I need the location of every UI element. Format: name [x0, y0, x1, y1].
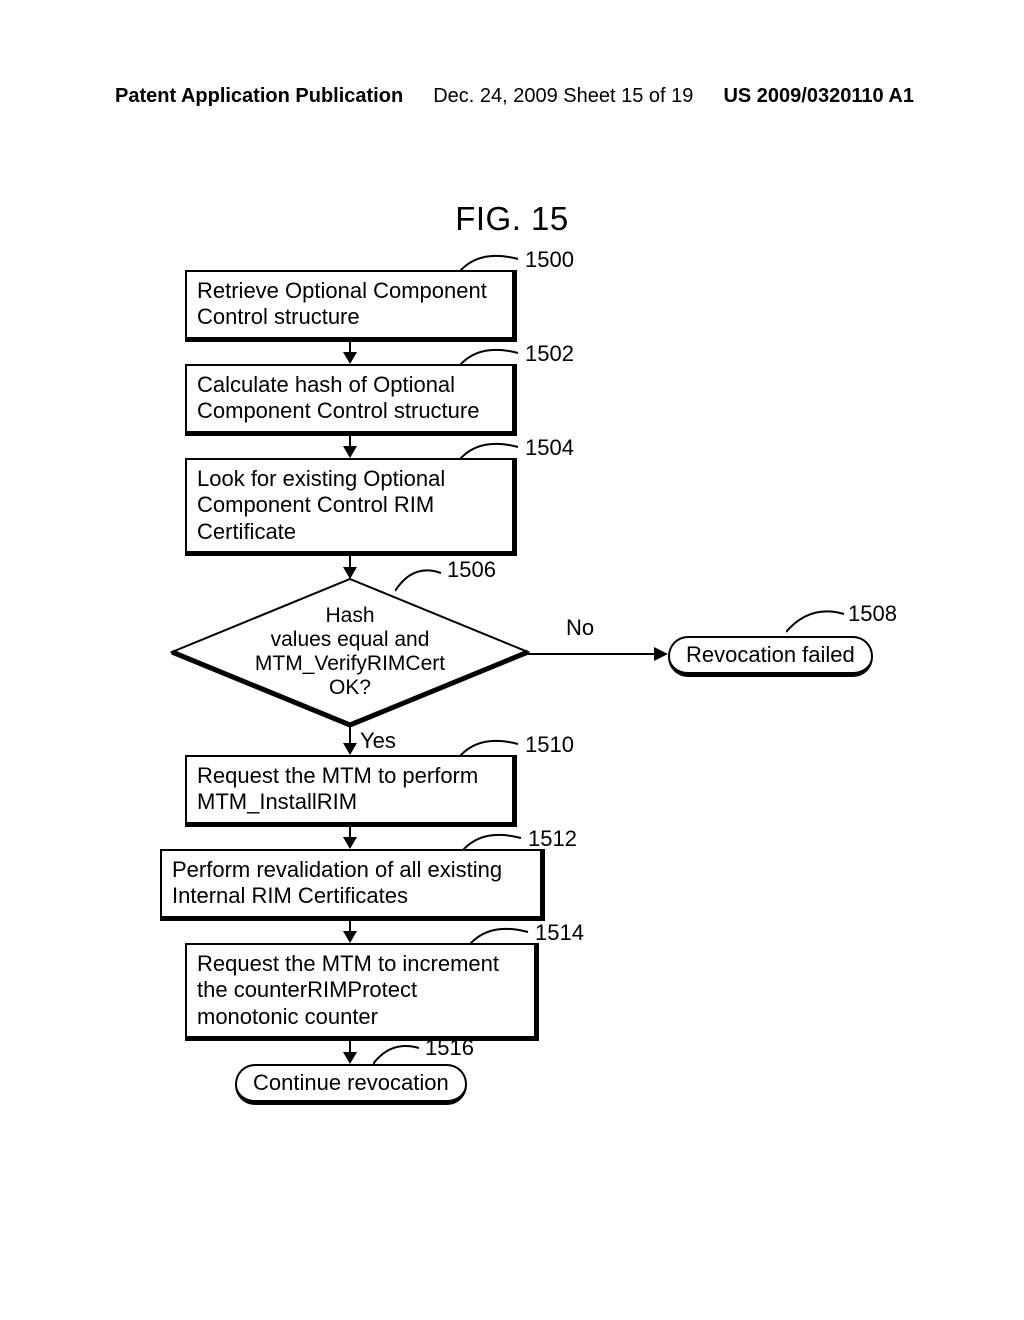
process-1510: Request the MTM to perform MTM_InstallRI… — [185, 755, 517, 827]
header-center: Dec. 24, 2009 Sheet 15 of 19 — [433, 85, 693, 108]
process-1512: Perform revalidation of all existing Int… — [160, 849, 545, 921]
header-left: Patent Application Publication — [115, 85, 403, 108]
arrow-1506-1508 — [528, 644, 670, 664]
ref-1516: 1516 — [425, 1035, 474, 1061]
arrow-1504-1506 — [340, 553, 360, 579]
process-1514: Request the MTM to increment the counter… — [185, 943, 539, 1041]
leader-1512 — [463, 832, 525, 852]
terminator-1508-text: Revocation failed — [686, 642, 855, 667]
process-1500: Retrieve Optional Component Control stru… — [185, 270, 517, 342]
leader-1506 — [395, 565, 445, 593]
ref-1512: 1512 — [528, 826, 577, 852]
arrow-1502-1504 — [340, 432, 360, 458]
leader-1500 — [460, 253, 522, 273]
ref-1508: 1508 — [848, 601, 897, 627]
arrow-1512-1514 — [340, 917, 360, 943]
leader-1514 — [470, 926, 532, 946]
ref-1500: 1500 — [525, 247, 574, 273]
figure-title: FIG. 15 — [0, 200, 1024, 238]
header-right: US 2009/0320110 A1 — [723, 85, 914, 108]
leader-1508 — [786, 608, 848, 634]
process-1512-text: Perform revalidation of all existing Int… — [172, 857, 502, 908]
leader-1504 — [460, 441, 522, 461]
process-1502-text: Calculate hash of Optional Component Con… — [197, 372, 479, 423]
process-1504: Look for existing Optional Component Con… — [185, 458, 517, 556]
ref-1506: 1506 — [447, 557, 496, 583]
leader-1516 — [373, 1042, 423, 1066]
decision-1506: Hash values equal and MTM_VerifyRIMCert … — [170, 577, 530, 727]
process-1502: Calculate hash of Optional Component Con… — [185, 364, 517, 436]
decision-1506-text: Hash values equal and MTM_VerifyRIMCert … — [170, 577, 530, 727]
terminator-1508: Revocation failed — [668, 636, 873, 677]
arrow-1510-1512 — [340, 823, 360, 849]
ref-1510: 1510 — [525, 732, 574, 758]
process-1510-text: Request the MTM to perform MTM_InstallRI… — [197, 763, 478, 814]
arrow-1506-1510 — [340, 725, 360, 755]
arrow-1514-1516 — [340, 1038, 360, 1064]
ref-1504: 1504 — [525, 435, 574, 461]
process-1504-text: Look for existing Optional Component Con… — [197, 466, 445, 544]
process-1500-text: Retrieve Optional Component Control stru… — [197, 278, 487, 329]
edge-label-yes: Yes — [360, 728, 396, 754]
ref-1514: 1514 — [535, 920, 584, 946]
arrow-1500-1502 — [340, 338, 360, 364]
leader-1502 — [460, 347, 522, 367]
leader-1510 — [460, 738, 522, 758]
edge-label-no: No — [566, 615, 594, 641]
ref-1502: 1502 — [525, 341, 574, 367]
process-1514-text: Request the MTM to increment the counter… — [197, 951, 499, 1029]
terminator-1516: Continue revocation — [235, 1064, 467, 1105]
page-header: Patent Application Publication Dec. 24, … — [0, 85, 1024, 108]
terminator-1516-text: Continue revocation — [253, 1070, 449, 1095]
